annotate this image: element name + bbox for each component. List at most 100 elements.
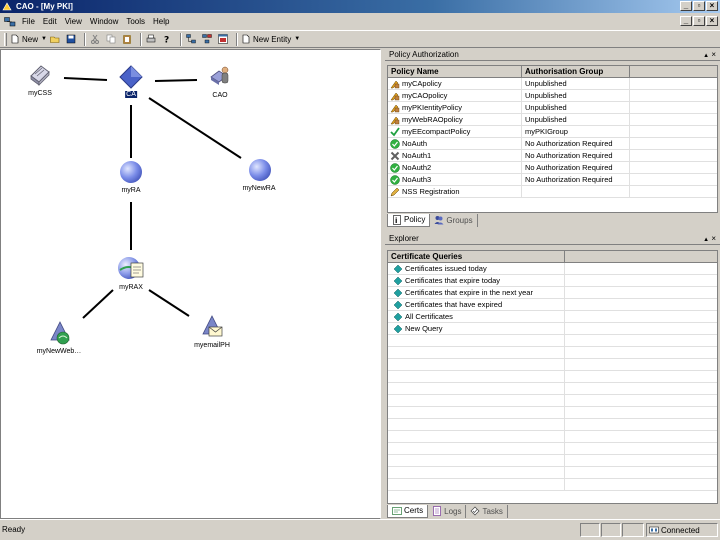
policy-row[interactable]: NoAuth No Authorization Required bbox=[388, 138, 717, 150]
log-book-icon bbox=[433, 506, 441, 516]
policy-name-cell: NoAuth3 bbox=[388, 174, 522, 185]
help-button[interactable]: ? bbox=[161, 32, 175, 46]
row-filler bbox=[565, 371, 717, 382]
policy-group: No Authorization Required bbox=[525, 139, 613, 148]
menu-edit[interactable]: Edit bbox=[39, 17, 61, 26]
empty-cell bbox=[388, 359, 565, 370]
doc-close-button[interactable]: × bbox=[706, 16, 718, 26]
menu-tools[interactable]: Tools bbox=[122, 17, 149, 26]
menu-file[interactable]: File bbox=[18, 17, 39, 26]
row-filler bbox=[630, 162, 717, 173]
node-myemailph[interactable] bbox=[199, 314, 225, 340]
policy-row[interactable]: myCApolicy Unpublished bbox=[388, 78, 717, 90]
save-button[interactable] bbox=[65, 32, 79, 46]
row-filler bbox=[565, 395, 717, 406]
document-window-icon[interactable] bbox=[4, 16, 16, 27]
cut-button[interactable] bbox=[89, 32, 103, 46]
ra-sphere-icon bbox=[249, 159, 271, 181]
tab-logs-label: Logs bbox=[444, 506, 462, 516]
query-row[interactable]: All Certificates bbox=[388, 311, 717, 323]
policy-row[interactable]: NSS Registration bbox=[388, 186, 717, 198]
policy-group-cell: myPKIGroup bbox=[522, 126, 630, 137]
policy-row[interactable]: NoAuth2 No Authorization Required bbox=[388, 162, 717, 174]
connection-status-text: Connected bbox=[661, 525, 700, 535]
column-header-certificate-queries[interactable]: Certificate Queries bbox=[388, 251, 565, 263]
green-check-circle-icon bbox=[390, 174, 400, 185]
tab-policy-label: Policy bbox=[404, 215, 426, 224]
node-label-myemailph: myemailPH bbox=[194, 342, 230, 349]
properties-button[interactable] bbox=[217, 32, 231, 46]
node-myrax[interactable] bbox=[117, 254, 145, 282]
node-cao[interactable] bbox=[207, 64, 233, 90]
window-title-bar[interactable]: CAO - [My PKI] _ ▫ × bbox=[0, 0, 720, 13]
query-row[interactable]: Certificates that have expired bbox=[388, 299, 717, 311]
layout-tree-button[interactable] bbox=[185, 32, 199, 46]
copy-button[interactable] bbox=[105, 32, 119, 46]
policy-group-cell: Unpublished bbox=[522, 114, 630, 125]
panel-close-icon[interactable]: × bbox=[711, 234, 716, 243]
doc-minimize-button[interactable]: _ bbox=[680, 16, 692, 26]
toolbar-grip[interactable] bbox=[4, 32, 7, 46]
query-diamond-icon bbox=[393, 276, 403, 285]
maximize-button[interactable]: ▫ bbox=[693, 1, 705, 11]
menu-window[interactable]: Window bbox=[86, 17, 122, 26]
query-row[interactable]: Certificates that expire in the next yea… bbox=[388, 287, 717, 299]
new-entity-button[interactable]: New Entity ▼ bbox=[241, 32, 300, 46]
policy-row[interactable]: myCAOpolicy Unpublished bbox=[388, 90, 717, 102]
tab-tasks[interactable]: Tasks bbox=[466, 504, 508, 518]
empty-cell bbox=[388, 395, 565, 406]
certificate-queries-table: Certificate Queries Certificates issued … bbox=[387, 250, 718, 504]
query-row[interactable]: Certificates that expire today bbox=[388, 275, 717, 287]
doc-restore-button[interactable]: ▫ bbox=[693, 16, 705, 26]
node-ca[interactable] bbox=[118, 64, 144, 90]
row-filler bbox=[630, 102, 717, 113]
pki-diagram-canvas[interactable]: myCSS CA CAO myRA myNewRA myRAX myNewWeb… bbox=[0, 49, 381, 519]
tab-policy[interactable]: i Policy bbox=[387, 213, 431, 227]
policy-name: myEEcompactPolicy bbox=[402, 127, 471, 136]
node-mynewweb[interactable] bbox=[47, 320, 73, 346]
rax-globe-icon bbox=[118, 257, 144, 279]
policy-row[interactable]: myWebRAOpolicy Unpublished bbox=[388, 114, 717, 126]
chevron-down-icon: ▼ bbox=[294, 36, 301, 42]
row-filler bbox=[565, 419, 717, 430]
layout-arrange-button[interactable] bbox=[201, 32, 215, 46]
green-check-circle-icon bbox=[390, 162, 400, 173]
new-button-label: New bbox=[22, 34, 39, 44]
column-header-authorisation-group[interactable]: Authorisation Group bbox=[522, 66, 630, 78]
policy-row[interactable]: myEEcompactPolicy myPKIGroup bbox=[388, 126, 717, 138]
minimize-button[interactable]: _ bbox=[680, 1, 692, 11]
query-row[interactable]: New Query bbox=[388, 323, 717, 335]
policy-row[interactable]: NoAuth3 No Authorization Required bbox=[388, 174, 717, 186]
panel-close-icon[interactable]: × bbox=[711, 50, 716, 59]
policy-group: Unpublished bbox=[525, 91, 567, 100]
menu-view[interactable]: View bbox=[61, 17, 86, 26]
clipboard-icon bbox=[123, 35, 131, 44]
policy-group-cell: No Authorization Required bbox=[522, 162, 630, 173]
ca-diamond-icon bbox=[119, 65, 143, 89]
help-pointer-icon: ? bbox=[164, 36, 169, 45]
node-myra[interactable] bbox=[119, 160, 143, 184]
open-button[interactable] bbox=[49, 32, 63, 46]
node-mynewra[interactable] bbox=[248, 158, 272, 182]
query-row[interactable]: Certificates issued today bbox=[388, 263, 717, 275]
tab-certs[interactable]: Certs bbox=[387, 504, 429, 518]
close-button[interactable]: × bbox=[706, 1, 718, 11]
policy-group: Unpublished bbox=[525, 79, 567, 88]
row-filler bbox=[565, 383, 717, 394]
print-button[interactable] bbox=[145, 32, 159, 46]
policy-row[interactable]: NoAuth1 No Authorization Required bbox=[388, 150, 717, 162]
new-button[interactable]: New ▼ bbox=[10, 32, 47, 46]
policy-name-cell: NoAuth1 bbox=[388, 150, 522, 161]
menu-help[interactable]: Help bbox=[149, 17, 173, 26]
tab-logs[interactable]: Logs bbox=[428, 504, 467, 518]
tab-groups[interactable]: Groups bbox=[430, 213, 478, 227]
collapse-arrow-icon[interactable]: ▲ bbox=[703, 237, 709, 243]
policy-row[interactable]: myPKIentityPolicy Unpublished bbox=[388, 102, 717, 114]
collapse-arrow-icon[interactable]: ▲ bbox=[703, 53, 709, 59]
column-header-policy-name[interactable]: Policy Name bbox=[388, 66, 522, 78]
cao-operator-icon bbox=[210, 66, 229, 85]
empty-row bbox=[388, 419, 717, 431]
node-mycss[interactable] bbox=[27, 62, 53, 88]
paste-button[interactable] bbox=[121, 32, 135, 46]
explorer-panel: Explorer ▲ × Certificate Queries Certifi… bbox=[385, 233, 720, 519]
